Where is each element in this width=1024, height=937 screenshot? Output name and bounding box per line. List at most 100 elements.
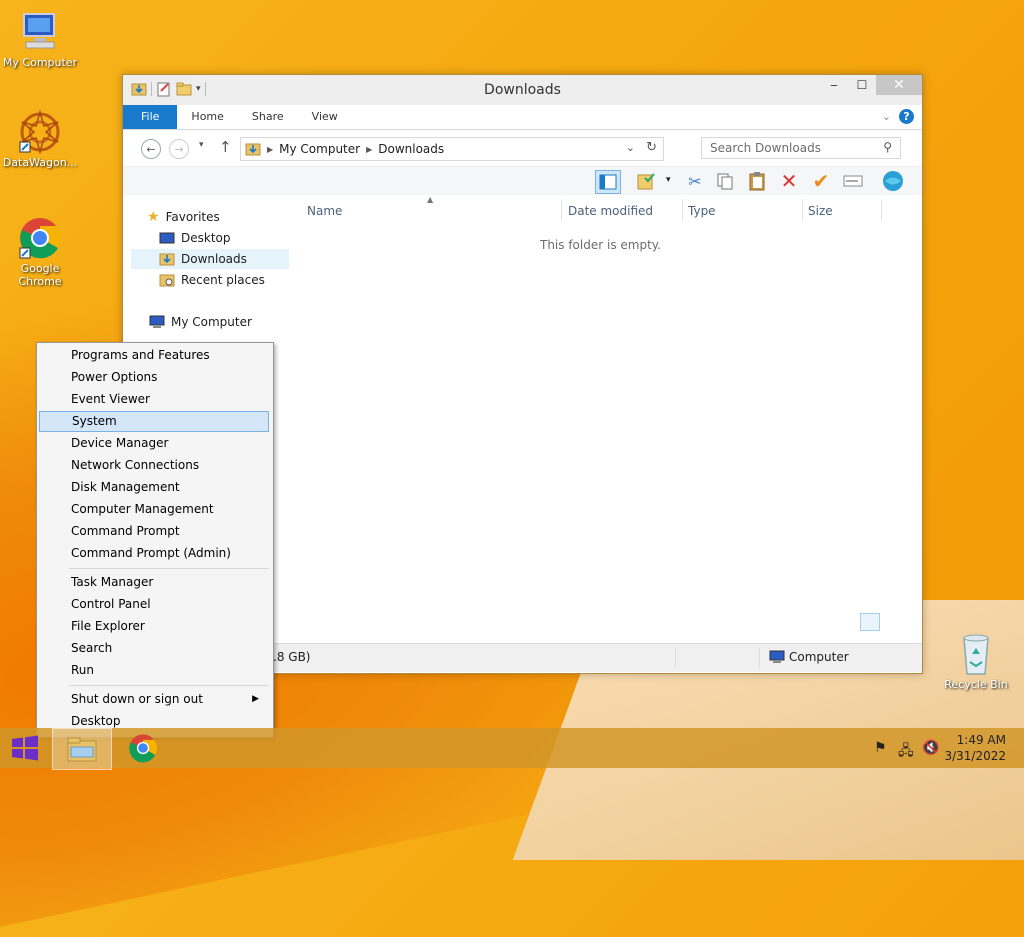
column-header-name[interactable]: Name — [307, 203, 342, 225]
checkmark-icon[interactable]: ✔ — [809, 169, 833, 193]
star-icon: ★ — [147, 209, 160, 225]
downloads-folder-icon — [245, 143, 261, 156]
tab-file[interactable]: File — [123, 105, 178, 129]
desktop-icon-recycle-bin[interactable]: Recycle Bin — [936, 632, 1016, 691]
computer-icon — [149, 315, 165, 328]
breadcrumb-separator-icon: ▶ — [267, 144, 274, 154]
desktop-icon-datawagon[interactable]: DataWagon... — [0, 109, 80, 169]
desktop-icon-label: Google Chrome — [18, 262, 62, 288]
paste-icon[interactable] — [745, 170, 769, 192]
column-separator — [802, 199, 803, 221]
column-header-size[interactable]: Size — [808, 203, 833, 225]
desktop-icon-label: DataWagon... — [2, 156, 78, 169]
menu-item-run[interactable]: Run — [39, 660, 269, 681]
rename-icon[interactable] — [841, 170, 865, 192]
nav-favorites[interactable]: ★ Favorites — [147, 207, 220, 227]
computer-icon — [769, 650, 785, 663]
empty-folder-message: This folder is empty. — [540, 238, 661, 252]
desktop-icon — [159, 232, 175, 244]
back-button[interactable]: ← — [141, 139, 161, 159]
taskbar-chrome[interactable] — [114, 728, 172, 768]
start-button[interactable] — [0, 728, 50, 768]
details-view-icon[interactable] — [860, 613, 880, 631]
clock-date: 3/31/2022 — [944, 749, 1006, 763]
menu-item-search[interactable]: Search — [39, 638, 269, 659]
desktop-icon-label: My Computer — [2, 56, 78, 69]
menu-item-shut-down[interactable]: Shut down or sign out ▶ — [39, 689, 269, 710]
delete-icon[interactable]: ✕ — [777, 169, 801, 193]
maximize-button[interactable]: ☐ — [848, 75, 876, 95]
clock-time: 1:49 AM — [956, 733, 1006, 747]
action-center-icon[interactable]: ⚑ — [874, 740, 887, 756]
minimize-button[interactable]: ‒ — [820, 75, 848, 95]
menu-item-command-prompt-admin[interactable]: Command Prompt (Admin) — [39, 543, 269, 564]
column-separator — [881, 199, 882, 221]
menu-item-disk-management[interactable]: Disk Management — [39, 477, 269, 498]
recent-locations-icon[interactable]: ▾ — [199, 140, 204, 150]
forward-button[interactable]: → — [169, 139, 189, 159]
breadcrumb-downloads[interactable]: Downloads — [378, 142, 444, 156]
nav-item-downloads[interactable]: Downloads — [131, 249, 289, 269]
column-separator — [682, 199, 683, 221]
file-list[interactable]: ▲ Name Date modified Type Size This fold… — [289, 195, 912, 637]
datawagon-icon — [18, 109, 62, 155]
select-folder-icon[interactable] — [635, 170, 659, 192]
breadcrumb-my-computer[interactable]: My Computer — [279, 142, 360, 156]
tab-share[interactable]: Share — [238, 105, 298, 129]
close-button[interactable]: ✕ — [876, 75, 922, 95]
view-buttons — [860, 613, 904, 631]
up-icon[interactable]: ↑ — [219, 138, 232, 156]
menu-item-computer-management[interactable]: Computer Management — [39, 499, 269, 520]
menu-item-control-panel[interactable]: Control Panel — [39, 594, 269, 615]
menu-item-file-explorer[interactable]: File Explorer — [39, 616, 269, 637]
nav-item-desktop[interactable]: Desktop — [159, 228, 231, 248]
menu-item-power-options[interactable]: Power Options — [39, 367, 269, 388]
menu-item-label: Shut down or sign out — [71, 692, 203, 706]
clock[interactable]: 1:49 AM 3/31/2022 — [944, 732, 1006, 764]
volume-muted-icon[interactable]: 🔇 — [922, 740, 939, 756]
chevron-down-icon[interactable]: ⌄ — [882, 110, 891, 123]
ribbon-tabs: File Home Share View ⌄ ? — [123, 105, 922, 130]
menu-item-device-manager[interactable]: Device Manager — [39, 433, 269, 454]
address-dropdown-icon[interactable]: ⌄ — [626, 141, 635, 154]
tab-home[interactable]: Home — [177, 105, 237, 129]
refresh-icon[interactable]: ↻ — [646, 140, 657, 155]
nav-my-computer[interactable]: My Computer — [149, 312, 252, 332]
nav-item-recent-places[interactable]: Recent places — [159, 270, 265, 290]
window-controls: ‒ ☐ ✕ — [820, 75, 922, 95]
title-bar[interactable]: ▾ Downloads ‒ ☐ ✕ — [123, 75, 922, 105]
desktop-icon-chrome[interactable]: Google Chrome — [0, 216, 80, 288]
menu-item-task-manager[interactable]: Task Manager — [39, 572, 269, 593]
menu-item-system[interactable]: System — [39, 411, 269, 432]
toolbar-dropdown-icon[interactable]: ▾ — [666, 175, 671, 185]
network-icon[interactable]: 🖧 — [898, 740, 914, 764]
taskbar-file-explorer[interactable] — [52, 728, 112, 770]
breadcrumb-separator-icon: ▶ — [366, 144, 373, 154]
preview-pane-icon[interactable] — [595, 170, 621, 194]
status-free-space: .8 GB) — [273, 650, 311, 664]
menu-item-event-viewer[interactable]: Event Viewer — [39, 389, 269, 410]
column-header-type[interactable]: Type — [688, 203, 716, 225]
search-input[interactable]: Search Downloads ⚲ — [701, 137, 901, 159]
column-header-date-modified[interactable]: Date modified — [568, 203, 653, 225]
menu-item-programs-and-features[interactable]: Programs and Features — [39, 345, 269, 366]
help-icon[interactable]: ? — [899, 109, 914, 124]
file-explorer-icon — [67, 737, 97, 762]
desktop-icon-my-computer[interactable]: My Computer — [0, 10, 80, 69]
menu-separator — [69, 568, 269, 569]
sort-indicator-icon: ▲ — [427, 195, 434, 204]
copy-icon[interactable] — [713, 170, 737, 192]
large-icons-view-icon[interactable] — [884, 613, 904, 631]
nav-my-computer-label: My Computer — [171, 315, 252, 329]
computer-icon — [18, 10, 62, 54]
cut-icon[interactable]: ✂ — [683, 170, 707, 192]
windows-logo-icon — [12, 735, 38, 761]
menu-item-command-prompt[interactable]: Command Prompt — [39, 521, 269, 542]
submenu-arrow-icon: ▶ — [252, 694, 259, 704]
globe-icon[interactable] — [881, 170, 905, 192]
power-user-menu: Programs and Features Power Options Even… — [36, 342, 274, 738]
menu-item-network-connections[interactable]: Network Connections — [39, 455, 269, 476]
recent-places-icon — [159, 274, 175, 287]
address-bar[interactable]: ▶ My Computer ▶ Downloads ⌄ ↻ — [240, 137, 664, 161]
tab-view[interactable]: View — [298, 105, 352, 129]
